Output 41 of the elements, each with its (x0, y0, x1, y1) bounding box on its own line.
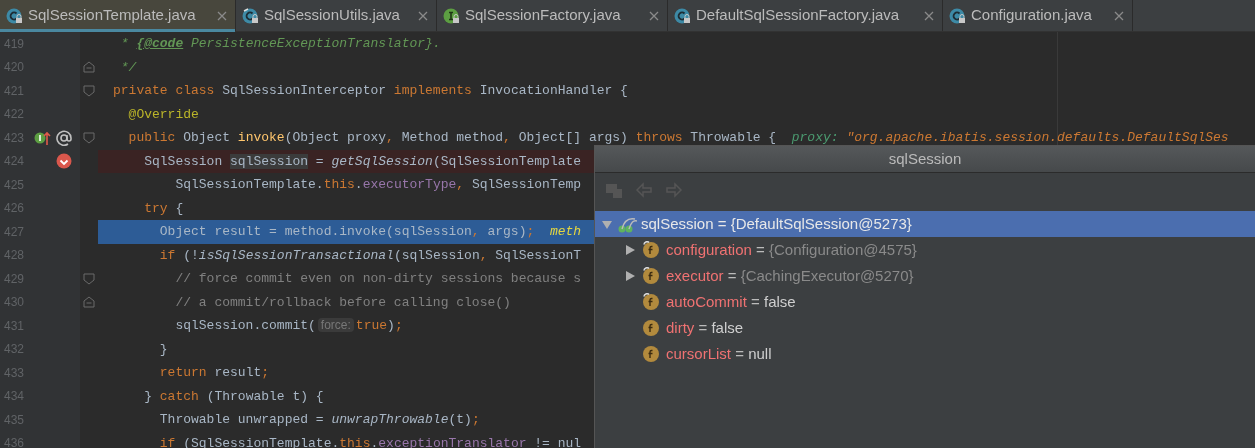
expand-arrow-icon (624, 270, 636, 282)
field-label: configuration = {Configuration@4575} (666, 239, 917, 260)
code-line: return result; (158, 364, 270, 382)
code-line: SqlSession sqlSession = getSqlSession(SqlSessionTemplate (143, 152, 582, 171)
class-icon (949, 7, 965, 24)
code-line: if (!isSqlSessionTransactional(sqlSession, SqlSessionT (158, 246, 582, 265)
class-icon (6, 7, 22, 24)
code-line: sqlSession.commit( force: true); (174, 317, 403, 335)
close-icon (217, 10, 227, 21)
editor-tab[interactable]: SqlSessionTemplate.java (0, 0, 236, 31)
popup-title: sqlSession (888, 148, 962, 169)
code-comment: * {@code PersistenceExceptionTranslator}. (119, 35, 441, 53)
class-icon (674, 7, 690, 24)
interface-icon (443, 7, 459, 24)
field-label: executor = {CachingExecutor@5270} (666, 265, 914, 286)
code-comment: // force commit even on non-dirty sessions because s (174, 270, 582, 288)
glasses-icon (617, 215, 637, 233)
expand-arrow-icon (624, 244, 636, 256)
field-label: cursorList = null (666, 343, 772, 364)
close-icon (649, 10, 659, 21)
close-icon (924, 10, 934, 21)
close-icon (1114, 10, 1124, 21)
code-line: public Object invoke(Object proxy, Method method, Object[] args) throws Throwable { proxy: "org.apache.ibatis.session.defaults.DefaultSqlSes (127, 129, 1229, 147)
code-comment: // a commit/rollback before calling close() (174, 293, 511, 312)
class-icon (242, 7, 258, 24)
field-label: autoCommit = false (666, 291, 796, 312)
code-line: } (158, 340, 168, 359)
code-line: Throwable unwrapped = unwrapThrowable(t); (158, 411, 480, 429)
variable-label: sqlSession = {DefaultSqlSession@5273} (641, 213, 912, 234)
code-line: Object result = method.invoke(sqlSession, args); meth (158, 223, 582, 241)
forward-arrow-icon (665, 180, 683, 199)
back-arrow-icon (635, 180, 653, 199)
code-line: private class SqlSessionInterceptor implements InvocationHandler { (113, 82, 628, 100)
close-icon (418, 10, 428, 21)
tree-row[interactable]: sqlSession = {DefaultSqlSession@5273} (595, 211, 1255, 237)
code-line: SqlSessionTemplate.this.executorType, SqlSessionTemp (174, 176, 582, 194)
code-line: try { (143, 199, 184, 218)
code-line: @Override (127, 105, 199, 124)
code-line: } catch (Throwable t) { (143, 387, 324, 406)
code-comment: */ (119, 58, 137, 77)
field-label: dirty = false (666, 317, 744, 338)
